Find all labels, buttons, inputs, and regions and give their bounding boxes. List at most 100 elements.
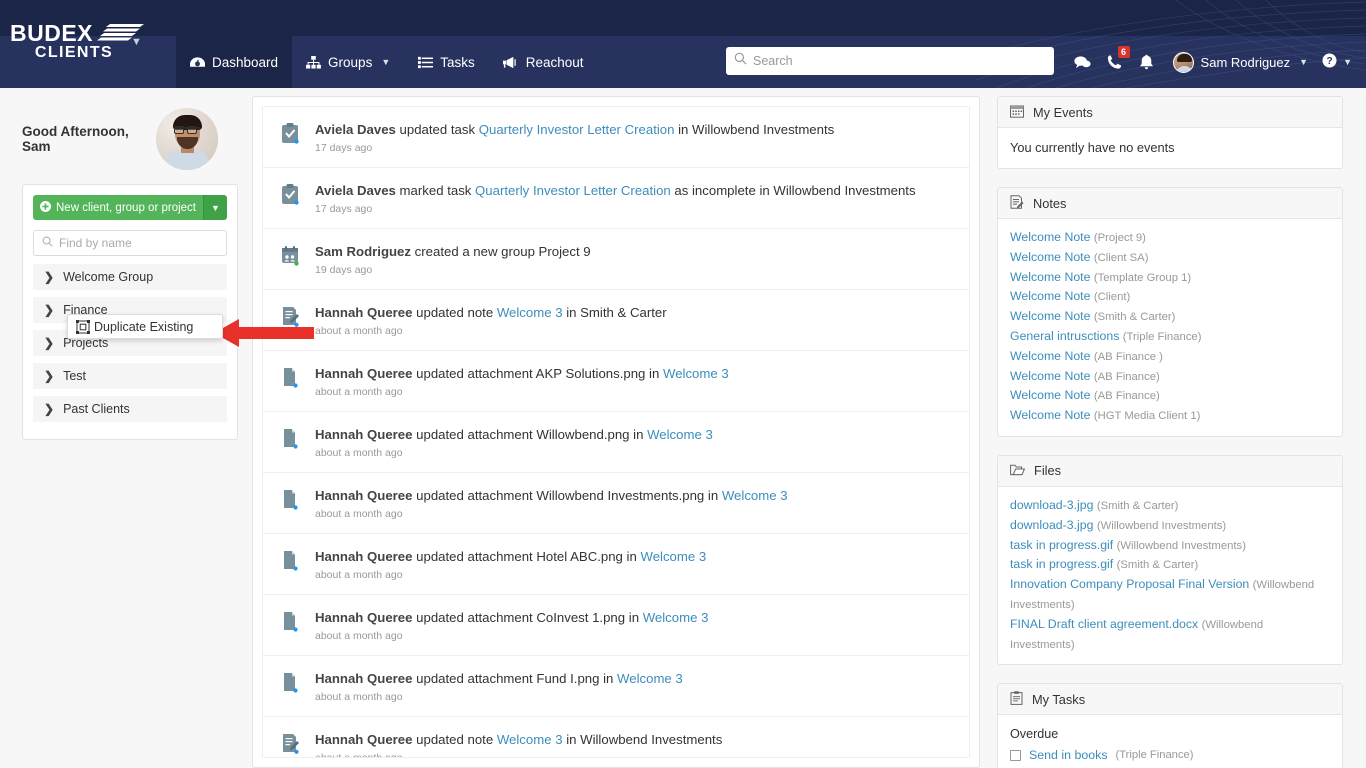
activity-row[interactable]: Sam Rodriguez created a new group Projec… — [263, 229, 969, 290]
file-item[interactable]: task in progress.gif (Smith & Carter) — [1010, 555, 1330, 575]
tasks-icon — [418, 56, 434, 69]
group-list: ❯ Welcome Group ❯ Finance ❯ Projects ❯ T… — [33, 264, 227, 422]
activity-row[interactable]: Hannah Queree updated note Welcome 3 in … — [263, 717, 969, 757]
note-link[interactable]: General intrusctions — [1010, 329, 1119, 343]
chevron-down-icon: ▼ — [1343, 57, 1352, 67]
note-link[interactable]: Welcome Note — [1010, 250, 1090, 264]
note-item[interactable]: Welcome Note (AB Finance) — [1010, 386, 1330, 406]
activity-row[interactable]: Aviela Daves marked task Quarterly Inves… — [263, 168, 969, 229]
file-link[interactable]: download-3.jpg — [1010, 498, 1093, 512]
my-tasks-header: My Tasks — [998, 684, 1342, 716]
activity-mid: updated note — [412, 732, 497, 747]
nav-item-groups[interactable]: Groups ▼ — [292, 36, 404, 88]
file-item[interactable]: Innovation Company Proposal Final Versio… — [1010, 575, 1330, 615]
activity-row[interactable]: Hannah Queree updated attachment AKP Sol… — [263, 351, 969, 412]
my-events-body: You currently have no events — [998, 128, 1342, 168]
notes-body: Welcome Note (Project 9) Welcome Note (C… — [998, 219, 1342, 436]
activity-link[interactable]: Welcome 3 — [617, 671, 683, 686]
note-item[interactable]: Welcome Note (Client) — [1010, 287, 1330, 307]
note-link[interactable]: Welcome Note — [1010, 388, 1090, 402]
note-item[interactable]: General intrusctions (Triple Finance) — [1010, 327, 1330, 347]
note-item[interactable]: Welcome Note (AB Finance) — [1010, 367, 1330, 387]
note-item[interactable]: Welcome Note (HGT Media Client 1) — [1010, 406, 1330, 426]
activity-row[interactable]: Hannah Queree updated attachment Willowb… — [263, 412, 969, 473]
note-item[interactable]: Welcome Note (Template Group 1) — [1010, 268, 1330, 288]
activity-actor: Hannah Queree — [315, 549, 413, 564]
find-by-name-input[interactable] — [59, 236, 218, 250]
group-item-welcome-group[interactable]: ❯ Welcome Group — [33, 264, 227, 290]
file-icon — [281, 426, 301, 454]
user-name-label: Sam Rodriguez — [1200, 54, 1291, 70]
dashboard-icon — [190, 56, 205, 69]
note-link[interactable]: Welcome Note — [1010, 408, 1090, 422]
activity-row[interactable]: Aviela Daves updated task Quarterly Inve… — [263, 107, 969, 168]
new-client-group-project-button[interactable]: New client, group or project — [33, 195, 203, 220]
file-link[interactable]: FINAL Draft client agreement.docx — [1010, 617, 1198, 631]
note-item[interactable]: Welcome Note (AB Finance ) — [1010, 347, 1330, 367]
file-item[interactable]: download-3.jpg (Smith & Carter) — [1010, 496, 1330, 516]
note-link[interactable]: Welcome Note — [1010, 369, 1090, 383]
file-item[interactable]: download-3.jpg (Willowbend Investments) — [1010, 516, 1330, 536]
note-item[interactable]: Welcome Note (Smith & Carter) — [1010, 307, 1330, 327]
file-item[interactable]: FINAL Draft client agreement.docx (Willo… — [1010, 615, 1330, 655]
group-item-label: Welcome Group — [63, 270, 154, 284]
help-menu[interactable]: ? ▼ — [1314, 53, 1352, 71]
note-item[interactable]: Welcome Note (Project 9) — [1010, 228, 1330, 248]
groups-panel: New client, group or project ▼ ❯ Welcome… — [22, 184, 238, 440]
group-item-test[interactable]: ❯ Test — [33, 363, 227, 389]
file-link[interactable]: task in progress.gif — [1010, 557, 1113, 571]
activity-row[interactable]: Hannah Queree updated note Welcome 3 in … — [263, 290, 969, 351]
activity-body: Aviela Daves marked task Quarterly Inves… — [315, 182, 953, 215]
note-link[interactable]: Welcome Note — [1010, 309, 1090, 323]
nav-item-dashboard[interactable]: Dashboard — [176, 36, 293, 88]
search-box[interactable] — [726, 47, 1054, 75]
activity-link[interactable]: Welcome 3 — [647, 427, 713, 442]
activity-link[interactable]: Welcome 3 — [663, 366, 729, 381]
activity-link[interactable]: Welcome 3 — [640, 549, 706, 564]
new-button-dropdown-toggle[interactable]: ▼ — [203, 195, 227, 220]
note-link[interactable]: Welcome Note — [1010, 270, 1090, 284]
activity-link[interactable]: Welcome 3 — [643, 610, 709, 625]
nav-item-tasks[interactable]: Tasks — [404, 36, 489, 88]
activity-link[interactable]: Quarterly Investor Letter Creation — [475, 183, 671, 198]
activity-timestamp: about a month ago — [315, 325, 403, 337]
note-link[interactable]: Welcome Note — [1010, 349, 1090, 363]
nav-item-reachout[interactable]: Reachout — [489, 36, 598, 88]
note-link[interactable]: Welcome Note — [1010, 230, 1090, 244]
file-icon — [281, 609, 301, 637]
note-item[interactable]: Welcome Note (Client SA) — [1010, 248, 1330, 268]
chat-bubble-icon[interactable] — [1067, 44, 1099, 80]
file-link[interactable]: Innovation Company Proposal Final Versio… — [1010, 577, 1249, 591]
note-link[interactable]: Welcome Note — [1010, 289, 1090, 303]
activity-feed-list: Aviela Daves updated task Quarterly Inve… — [262, 106, 970, 758]
activity-mid: created a new group Project 9 — [411, 244, 591, 259]
task-link[interactable]: Send in books — [1029, 748, 1108, 762]
activity-link[interactable]: Welcome 3 — [497, 305, 563, 320]
note-context: (Client) — [1093, 291, 1131, 304]
search-input[interactable] — [753, 54, 1046, 68]
activity-body: Hannah Queree updated attachment Fund I.… — [315, 670, 953, 703]
task-item[interactable]: Send in books (Triple Finance) — [1010, 748, 1330, 762]
file-item[interactable]: task in progress.gif (Willowbend Investm… — [1010, 536, 1330, 556]
file-link[interactable]: task in progress.gif — [1010, 538, 1113, 552]
duplicate-existing-menu-item[interactable]: Duplicate Existing — [67, 314, 223, 339]
activity-body: Hannah Queree updated attachment AKP Sol… — [315, 365, 953, 398]
activity-body: Hannah Queree updated note Welcome 3 in … — [315, 304, 953, 337]
activity-row[interactable]: Hannah Queree updated attachment CoInves… — [263, 595, 969, 656]
activity-link[interactable]: Welcome 3 — [722, 488, 788, 503]
find-by-name-field[interactable] — [33, 230, 227, 256]
activity-link[interactable]: Welcome 3 — [497, 732, 563, 747]
user-menu[interactable]: Sam Rodriguez ▼ — [1163, 51, 1315, 73]
activity-link[interactable]: Quarterly Investor Letter Creation — [479, 122, 675, 137]
task-checkbox[interactable] — [1010, 749, 1021, 761]
app-logo[interactable]: BUDEX CLIENTS — [10, 22, 170, 61]
group-item-past-clients[interactable]: ❯ Past Clients — [33, 396, 227, 422]
activity-row[interactable]: Hannah Queree updated attachment Fund I.… — [263, 656, 969, 717]
activity-row[interactable]: Hannah Queree updated attachment Hotel A… — [263, 534, 969, 595]
file-link[interactable]: download-3.jpg — [1010, 518, 1093, 532]
annotation-red-arrow-icon — [214, 319, 314, 347]
activity-mid: updated attachment Willowbend.png in — [412, 427, 648, 442]
bell-icon[interactable] — [1131, 44, 1163, 80]
activity-row[interactable]: Hannah Queree updated attachment Willowb… — [263, 473, 969, 534]
phone-clock-icon[interactable]: 6 — [1099, 44, 1131, 80]
